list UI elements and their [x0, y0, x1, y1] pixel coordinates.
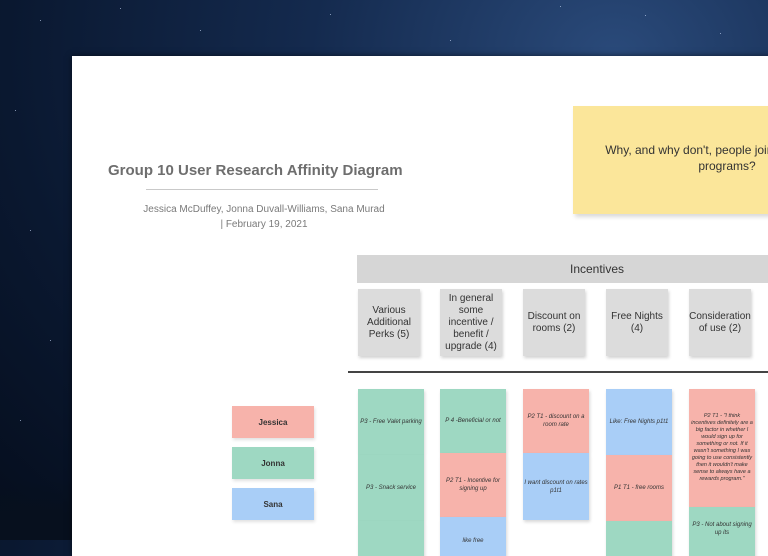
- date: | February 19, 2021: [220, 219, 308, 230]
- column-header[interactable]: Various Additional Perks (5): [358, 289, 420, 356]
- star: [330, 14, 331, 15]
- star: [560, 6, 561, 7]
- sticky-note[interactable]: [606, 521, 672, 556]
- star: [15, 110, 16, 111]
- sticky-note[interactable]: Like: Free Nights p1t1: [606, 389, 672, 455]
- diagram-title: Group 10 User Research Affinity Diagram: [108, 162, 403, 179]
- sticky-note[interactable]: P2 T1 - discount on a room rate: [523, 389, 589, 453]
- legend-sana[interactable]: Sana: [232, 488, 314, 520]
- incentives-header[interactable]: Incentives: [357, 255, 768, 283]
- star: [120, 8, 121, 9]
- star: [30, 230, 31, 231]
- legend-jessica[interactable]: Jessica: [232, 406, 314, 438]
- authors-block: Jessica McDuffey, Jonna Duvall-Williams,…: [124, 202, 404, 232]
- column-header[interactable]: Consideration of use (2): [689, 289, 751, 356]
- sticky-note[interactable]: P3 - Snack service: [358, 455, 424, 521]
- incentives-label: Incentives: [569, 262, 625, 276]
- sticky-note[interactable]: P2 T1 - Incentive for signing up: [440, 453, 506, 517]
- star: [20, 420, 21, 421]
- sticky-note[interactable]: P 4 -Beneficial or not: [440, 389, 506, 453]
- column-header[interactable]: Free Nights (4): [606, 289, 668, 356]
- sticky-note[interactable]: P3 - Free Valet parking: [358, 389, 424, 455]
- sticky-note[interactable]: P1 T1 - free rooms: [606, 455, 672, 521]
- sticky-note[interactable]: P2 T1 - "I think incentives definitely a…: [689, 389, 755, 507]
- star: [200, 30, 201, 31]
- star: [450, 40, 451, 41]
- sticky-note[interactable]: [358, 521, 424, 556]
- research-question-note[interactable]: Why, and why don't, people join hotel re…: [573, 106, 768, 214]
- star: [645, 15, 646, 16]
- column-header[interactable]: In general some incentive / benefit / up…: [440, 289, 502, 356]
- diagram-board[interactable]: Group 10 User Research Affinity Diagram …: [72, 56, 768, 556]
- authors: Jessica McDuffey, Jonna Duvall-Williams,…: [143, 204, 385, 215]
- legend-jonna[interactable]: Jonna: [232, 447, 314, 479]
- column-header[interactable]: Discount on rooms (2): [523, 289, 585, 356]
- sticky-note[interactable]: like free: [440, 517, 506, 556]
- section-divider: [348, 371, 768, 373]
- research-question: Why, and why don't, people join hotel re…: [605, 143, 768, 173]
- star: [720, 33, 721, 34]
- sticky-note[interactable]: I want discount on rates p1t1: [523, 453, 589, 520]
- star: [50, 340, 51, 341]
- sticky-note[interactable]: P3 - Not about signing up its: [689, 507, 755, 556]
- horizon: [0, 480, 80, 540]
- star: [40, 20, 41, 21]
- title-divider: [146, 189, 378, 190]
